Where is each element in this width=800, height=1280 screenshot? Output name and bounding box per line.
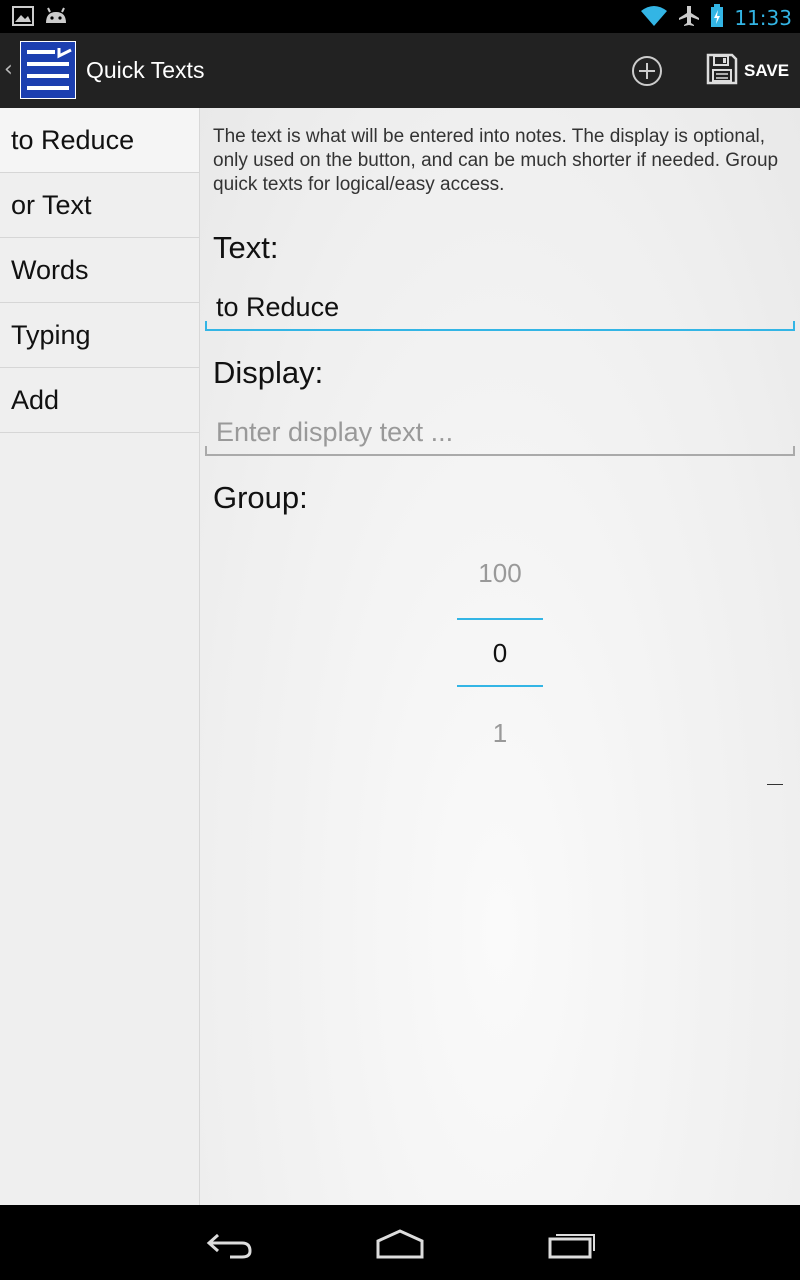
text-field-value: to Reduce bbox=[216, 292, 340, 322]
quick-text-list: to Reduce or Text Words Typing Add bbox=[0, 108, 200, 1205]
back-icon bbox=[206, 1233, 252, 1259]
action-bar: ‹ Quick Texts SAVE bbox=[0, 33, 800, 109]
save-button[interactable]: SAVE bbox=[706, 53, 789, 89]
list-item[interactable]: Add bbox=[0, 368, 199, 433]
divider-mark bbox=[767, 784, 783, 785]
picker-next-value[interactable]: 1 bbox=[457, 718, 543, 749]
list-item[interactable]: to Reduce bbox=[0, 108, 199, 173]
edit-panel: The text is what will be entered into no… bbox=[200, 108, 800, 1205]
text-field[interactable]: to Reduce bbox=[205, 291, 795, 331]
navigation-bar bbox=[0, 1205, 800, 1280]
save-label: SAVE bbox=[744, 61, 790, 80]
picker-divider-bottom bbox=[457, 685, 543, 687]
list-item[interactable]: Words bbox=[0, 238, 199, 303]
wifi-icon bbox=[640, 5, 668, 31]
list-item[interactable]: Typing bbox=[0, 303, 199, 368]
back-button[interactable] bbox=[200, 1225, 260, 1261]
battery-icon bbox=[710, 4, 724, 32]
picker-divider-top bbox=[457, 618, 543, 620]
picker-current-value[interactable]: 0 bbox=[457, 638, 543, 669]
app-logo-icon[interactable] bbox=[20, 41, 76, 99]
group-number-picker[interactable]: 100 0 1 bbox=[457, 548, 543, 748]
add-button[interactable] bbox=[630, 54, 664, 88]
clock: 11:33 bbox=[734, 6, 792, 30]
list-item[interactable]: or Text bbox=[0, 173, 199, 238]
android-icon bbox=[44, 6, 68, 30]
text-label: Text: bbox=[213, 230, 279, 265]
home-icon bbox=[376, 1229, 424, 1259]
add-circle-icon bbox=[632, 56, 662, 86]
gallery-icon bbox=[12, 6, 34, 30]
up-caret-icon[interactable]: ‹ bbox=[4, 57, 13, 82]
recent-apps-button[interactable] bbox=[542, 1225, 602, 1261]
picker-prev-value[interactable]: 100 bbox=[457, 558, 543, 589]
help-text: The text is what will be entered into no… bbox=[213, 126, 779, 195]
airplane-icon bbox=[678, 5, 700, 31]
status-bar: 11:33 bbox=[0, 0, 800, 33]
display-label: Display: bbox=[213, 355, 324, 390]
group-label: Group: bbox=[213, 480, 308, 515]
display-field-placeholder: Enter display text ... bbox=[216, 417, 454, 447]
app-title: Quick Texts bbox=[86, 57, 205, 83]
recent-apps-icon bbox=[548, 1234, 595, 1259]
home-button[interactable] bbox=[370, 1225, 430, 1261]
display-field[interactable]: Enter display text ... bbox=[205, 416, 795, 456]
floppy-disk-icon bbox=[706, 53, 738, 89]
